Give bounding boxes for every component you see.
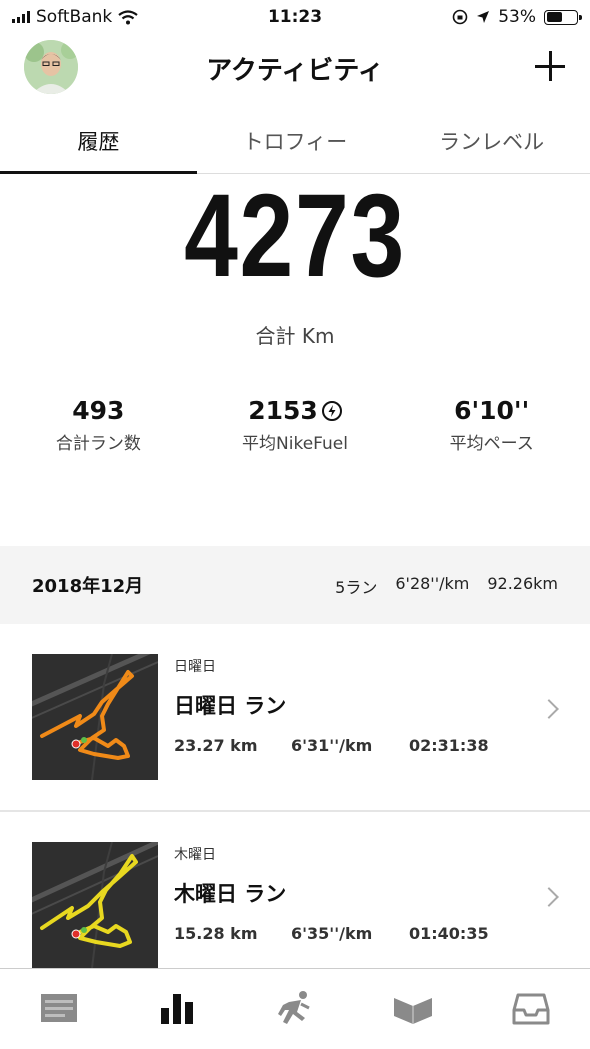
run-distance: 23.27 km: [174, 736, 258, 755]
summary-stats: 493 合計ラン数 2153 平均NikeFuel 6'10'' 平均ペース: [0, 396, 590, 454]
run-pace: 6'31''/km: [291, 736, 373, 755]
run-title: 木曜日 ラン: [174, 882, 287, 906]
run-title: 日曜日 ラン: [174, 694, 287, 718]
total-distance-label: 合計 Km: [255, 324, 335, 348]
nav-inbox[interactable]: [501, 979, 561, 1039]
inbox-icon: [512, 993, 550, 1025]
route-map-thumbnail: [32, 842, 158, 968]
bottom-navigation: [0, 968, 590, 1049]
tab-trophies[interactable]: トロフィー: [197, 108, 394, 173]
month-header: 2018年12月 5ラン 6'28''/km 92.26km: [0, 546, 590, 624]
run-day: 日曜日: [174, 659, 216, 675]
route-map-thumbnail: [32, 654, 158, 780]
run-duration: 01:40:35: [409, 924, 489, 943]
stat-value: 2153: [248, 396, 318, 425]
orientation-lock-icon: [452, 9, 468, 25]
tab-bar: 履歴 トロフィー ランレベル: [0, 108, 590, 174]
month-run-count: 5ラン: [335, 578, 378, 597]
feed-icon: [41, 994, 77, 1022]
month-summary: 5ラン 6'28''/km 92.26km: [335, 574, 558, 598]
clubs-icon: [394, 998, 432, 1024]
add-button[interactable]: [534, 50, 566, 82]
status-right: 53%: [452, 7, 582, 27]
stat-value: 493: [72, 396, 125, 425]
run-metrics: 15.28 km 6'35''/km 01:40:35: [174, 924, 489, 943]
tab-history[interactable]: 履歴: [0, 108, 197, 174]
stat-avg-pace: 6'10'' 平均ペース: [393, 396, 590, 454]
chevron-right-icon: [539, 699, 559, 719]
stat-total-runs: 493 合計ラン数: [0, 396, 197, 454]
nav-run[interactable]: [265, 979, 325, 1039]
run-distance: 15.28 km: [174, 924, 258, 943]
run-pace: 6'35''/km: [291, 924, 373, 943]
battery-percent: 53%: [498, 7, 536, 27]
month-pace: 6'28''/km: [395, 574, 470, 593]
battery-icon: [544, 9, 582, 25]
chevron-right-icon: [539, 887, 559, 907]
header: アクティビティ: [0, 36, 590, 100]
stat-label: 平均NikeFuel: [242, 434, 348, 454]
run-day: 木曜日: [174, 847, 216, 863]
run-list-item[interactable]: 日曜日 日曜日 ラン 23.27 km 6'31''/km 02:31:38: [0, 624, 590, 812]
total-distance: 4273: [184, 170, 406, 302]
stat-label: 合計ラン数: [55, 434, 141, 454]
stat-avg-nikefuel: 2153 平均NikeFuel: [197, 396, 394, 454]
run-duration: 02:31:38: [409, 736, 489, 755]
nav-activity[interactable]: [147, 979, 207, 1039]
run-metrics: 23.27 km 6'31''/km 02:31:38: [174, 736, 489, 755]
stat-value: 6'10'': [454, 396, 530, 425]
month-title: 2018年12月: [32, 576, 144, 597]
month-distance: 92.26km: [487, 574, 558, 593]
location-icon: [477, 11, 490, 23]
nav-clubs[interactable]: [383, 979, 443, 1039]
status-bar: SoftBank 11:23 53%: [0, 0, 590, 36]
stat-label: 平均ペース: [449, 434, 534, 454]
page-title: アクティビティ: [206, 56, 384, 86]
activity-icon: [161, 994, 193, 1024]
tab-run-level[interactable]: ランレベル: [393, 108, 590, 173]
nikefuel-icon: [321, 400, 342, 421]
run-icon: [278, 991, 310, 1024]
nav-feed[interactable]: [29, 979, 89, 1039]
